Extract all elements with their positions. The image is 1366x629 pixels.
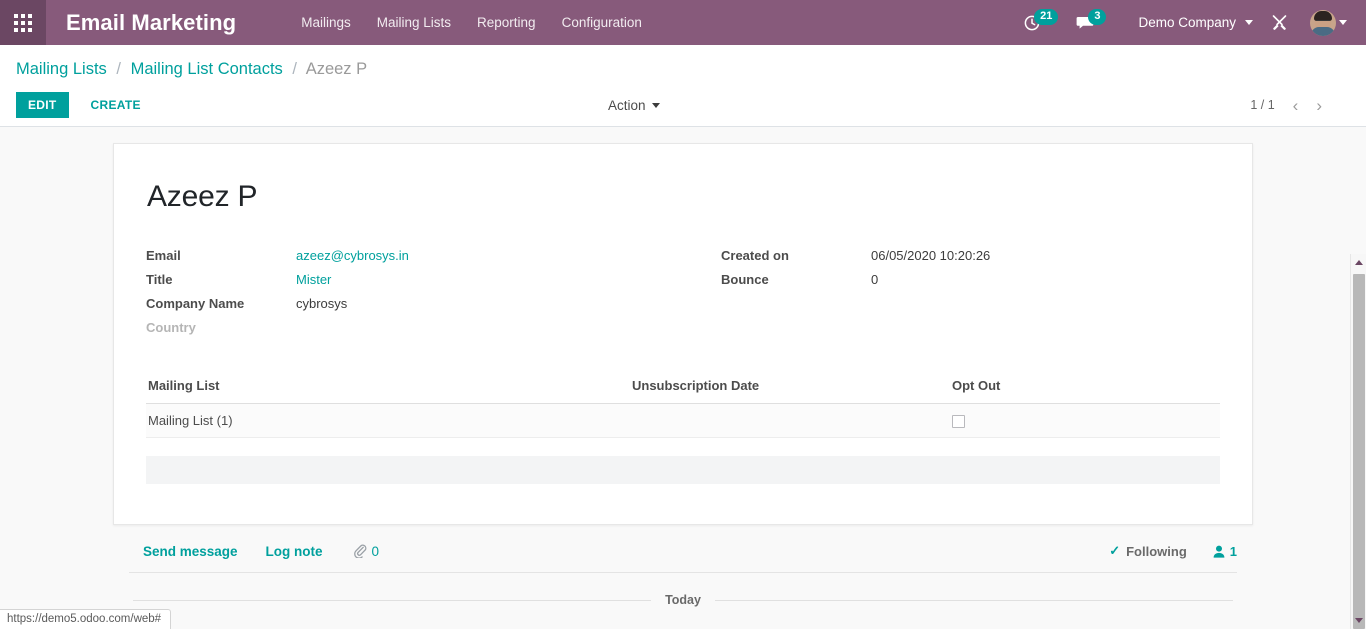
table-filler-row <box>146 455 1220 484</box>
field-value-company-name: cybrosys <box>296 296 348 311</box>
send-message-button[interactable]: Send message <box>129 544 252 559</box>
followers-button[interactable]: 1 <box>1213 544 1237 559</box>
activities-count-badge: 21 <box>1034 8 1059 25</box>
record-form: Email azeez@cybrosys.in Title Mister Com… <box>146 248 1220 344</box>
following-label: Following <box>1126 543 1187 559</box>
field-label-title: Title <box>146 272 173 287</box>
message-date-separator: Today <box>129 593 1237 607</box>
app-brand-title: Email Marketing <box>66 9 237 35</box>
chatter-followers-area: ✓ Following 1 <box>1109 543 1237 559</box>
breadcrumb: Mailing Lists / Mailing List Contacts / … <box>16 45 1350 79</box>
separator-line-left <box>133 599 652 601</box>
action-dropdown[interactable]: Action <box>608 98 660 113</box>
breadcrumb-item-mailing-lists[interactable]: Mailing Lists <box>16 60 107 78</box>
pager-value: 1 / 1 <box>1250 98 1275 112</box>
column-header-unsubscription-date: Unsubscription Date <box>630 372 950 404</box>
avatar <box>1310 9 1336 36</box>
separator-label-today: Today <box>665 593 701 607</box>
menu-item-configuration[interactable]: Configuration <box>549 2 655 43</box>
following-toggle[interactable]: ✓ Following <box>1109 543 1187 559</box>
field-label-company-name: Company Name <box>146 296 245 311</box>
pager-next-button[interactable]: › <box>1308 95 1330 116</box>
cell-opt-out <box>950 403 1220 439</box>
pager: 1 / 1 ‹ › <box>1250 95 1350 116</box>
field-bounce: Bounce 0 <box>721 272 1220 296</box>
apps-grid-icon <box>14 13 32 32</box>
opt-out-checkbox[interactable] <box>952 415 965 429</box>
table-spacer-row <box>146 437 1220 456</box>
developer-tools-menu[interactable] <box>1262 0 1297 45</box>
action-dropdown-label: Action <box>608 97 646 113</box>
breadcrumb-separator: / <box>292 60 297 78</box>
chevron-down-icon <box>651 102 660 108</box>
user-icon <box>1213 545 1225 558</box>
create-button[interactable]: CREATE <box>79 92 153 118</box>
check-icon: ✓ <box>1109 543 1121 558</box>
breadcrumb-item-mailing-list-contacts[interactable]: Mailing List Contacts <box>131 60 283 78</box>
apps-menu-toggle[interactable] <box>0 0 46 45</box>
scrollbar-thumb[interactable] <box>1353 274 1365 629</box>
field-title: Title Mister <box>146 272 683 296</box>
pager-previous-button[interactable]: ‹ <box>1285 95 1307 116</box>
field-email: Email azeez@cybrosys.in <box>146 248 683 272</box>
main-menu: Mailings Mailing Lists Reporting Configu… <box>288 2 655 43</box>
vertical-scrollbar[interactable] <box>1350 254 1366 629</box>
top-navbar: Email Marketing Mailings Mailing Lists R… <box>0 0 1366 45</box>
separator-line-right <box>714 599 1234 601</box>
table-header-row: Mailing List Unsubscription Date Opt Out <box>146 372 1220 404</box>
chatter: Send message Log note 0 ✓ Following 1 To… <box>113 543 1253 607</box>
column-header-mailing-list: Mailing List <box>146 372 630 404</box>
page-title: Azeez P <box>147 180 258 213</box>
menu-item-reporting[interactable]: Reporting <box>464 2 549 43</box>
record-sheet: Azeez P Email azeez@cybrosys.in Title Mi… <box>113 143 1253 525</box>
control-panel-buttons: EDIT CREATE Action 1 / 1 ‹ › <box>16 91 1350 119</box>
activities-menu[interactable]: 21 <box>1015 0 1067 45</box>
breadcrumb-item-current: Azeez P <box>305 60 368 78</box>
triangle-down-icon <box>1355 618 1363 623</box>
chevron-down-icon <box>1245 20 1253 25</box>
scrollbar-down-button[interactable] <box>1351 612 1366 629</box>
scrollbar-up-button[interactable] <box>1351 254 1366 271</box>
form-column-left: Email azeez@cybrosys.in Title Mister Com… <box>146 248 683 344</box>
mailing-lists-table: Mailing List Unsubscription Date Opt Out… <box>146 372 1220 484</box>
table-row[interactable]: Mailing List (1) <box>146 403 1220 439</box>
navbar-system-tray: 21 3 Demo Company <box>1015 0 1366 45</box>
field-label-bounce: Bounce <box>721 272 769 287</box>
edit-button[interactable]: EDIT <box>16 92 69 118</box>
field-company-name: Company Name cybrosys <box>146 296 683 320</box>
status-bar-url: https://demo5.odoo.com/web# <box>0 609 172 629</box>
field-label-country: Country <box>146 320 196 335</box>
followers-count: 1 <box>1229 543 1237 559</box>
triangle-up-icon <box>1355 260 1363 265</box>
menu-item-mailing-lists[interactable]: Mailing Lists <box>364 2 464 43</box>
field-value-email[interactable]: azeez@cybrosys.in <box>296 248 409 263</box>
field-label-created-on: Created on <box>721 248 789 263</box>
field-value-created-on: 06/05/2020 10:20:26 <box>871 248 991 263</box>
paperclip-icon <box>353 544 366 558</box>
menu-item-mailings[interactable]: Mailings <box>288 2 364 43</box>
field-created-on: Created on 06/05/2020 10:20:26 <box>721 248 1220 272</box>
control-panel: Mailing Lists / Mailing List Contacts / … <box>0 45 1366 127</box>
attachment-count: 0 <box>371 543 380 559</box>
messages-count-badge: 3 <box>1088 8 1107 25</box>
breadcrumb-separator: / <box>116 60 121 78</box>
user-menu[interactable] <box>1297 0 1356 45</box>
field-country: Country <box>146 320 683 344</box>
attachments-button[interactable]: 0 <box>353 543 380 559</box>
company-switcher[interactable]: Demo Company <box>1115 0 1262 45</box>
form-column-right: Created on 06/05/2020 10:20:26 Bounce 0 <box>683 248 1220 344</box>
messages-menu[interactable]: 3 <box>1067 0 1115 45</box>
wrench-screwdriver-icon <box>1272 15 1287 30</box>
log-note-button[interactable]: Log note <box>252 544 337 559</box>
field-value-title[interactable]: Mister <box>296 272 331 287</box>
company-name-label: Demo Company <box>1138 15 1236 30</box>
cell-mailing-list: Mailing List (1) <box>146 403 630 439</box>
chatter-toolbar: Send message Log note 0 ✓ Following 1 <box>129 543 1237 573</box>
content-area: Azeez P Email azeez@cybrosys.in Title Mi… <box>0 127 1366 629</box>
chevron-down-icon <box>1339 20 1347 25</box>
field-label-email: Email <box>146 248 181 263</box>
column-header-opt-out: Opt Out <box>950 372 1220 404</box>
cell-unsubscription-date <box>630 403 950 439</box>
field-value-bounce: 0 <box>871 272 879 287</box>
